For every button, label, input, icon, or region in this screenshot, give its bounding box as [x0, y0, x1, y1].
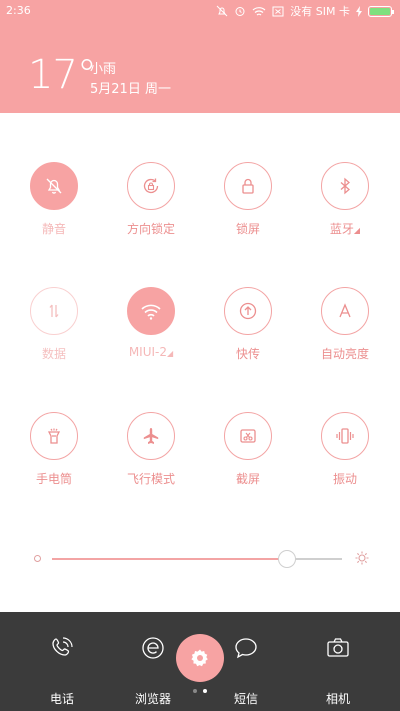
- brightness-fill: [52, 558, 287, 560]
- charging-icon: [356, 5, 362, 17]
- toggle-flashlight[interactable]: 手电筒: [6, 412, 102, 487]
- toggle-mobile-data[interactable]: 数据: [6, 287, 102, 362]
- page-indicator: [193, 689, 207, 693]
- bluetooth-icon: [340, 177, 350, 195]
- message-icon: [235, 638, 257, 659]
- phone-icon: [52, 637, 73, 656]
- toggle-quick-transfer[interactable]: 快传: [200, 287, 296, 362]
- page-dot-active: [203, 689, 207, 693]
- toggle-label: 静音: [41, 222, 66, 236]
- brightness-high-icon: [354, 550, 370, 570]
- toggle-label: 方向锁定: [126, 222, 175, 236]
- toggle-vibrate[interactable]: 振动: [297, 412, 393, 487]
- toggle-label: 蓝牙◢: [329, 222, 361, 236]
- toggle-label: 截屏: [235, 472, 260, 486]
- brightness-track[interactable]: [52, 550, 342, 568]
- brightness-low-icon: [34, 555, 41, 562]
- toggle-label: 手电筒: [35, 472, 72, 486]
- toggle-bluetooth[interactable]: 蓝牙◢: [297, 162, 393, 237]
- page-dot: [193, 689, 197, 693]
- date-text: 5月21日 周一: [90, 82, 171, 97]
- vibrate-icon: [336, 428, 354, 444]
- weather-condition: 小雨: [90, 62, 117, 77]
- quick-transfer-icon: [239, 302, 257, 320]
- dock-label: 短信: [233, 692, 258, 706]
- lock-icon: [242, 178, 254, 194]
- screenshot-icon: [240, 429, 256, 443]
- wifi-icon: [252, 6, 266, 17]
- expand-corner-icon: ◢: [353, 226, 361, 235]
- toggle-screenshot[interactable]: 截屏: [200, 412, 296, 487]
- temperature[interactable]: 17°: [28, 52, 97, 98]
- gear-icon: [191, 649, 208, 667]
- toggle-mute[interactable]: 静音: [6, 162, 102, 237]
- toggle-label: 飞行模式: [126, 472, 175, 486]
- toggle-wifi[interactable]: MIUI-2◢: [103, 287, 199, 359]
- dock-phone[interactable]: 电话: [22, 628, 102, 707]
- wifi-icon: [141, 304, 161, 320]
- toggle-auto-brightness[interactable]: 自动亮度: [297, 287, 393, 362]
- brightness-thumb[interactable]: [277, 550, 296, 568]
- toggle-label: MIUI-2◢: [128, 345, 174, 359]
- status-icons: 没有 SIM 卡: [216, 3, 394, 19]
- toggle-label: 锁屏: [235, 222, 260, 236]
- dock-label: 电话: [49, 692, 74, 706]
- status-bar: 2:36 没有 SIM 卡: [0, 0, 400, 22]
- toggle-label: 自动亮度: [320, 347, 369, 361]
- alarm-icon: [234, 5, 246, 17]
- expand-corner-icon: ◢: [167, 349, 174, 358]
- airplane-icon: [143, 428, 159, 444]
- sim-missing-icon: [272, 6, 284, 17]
- carrier-text: 没有 SIM 卡: [290, 5, 350, 18]
- mute-icon: [216, 5, 228, 17]
- toggle-label: 快传: [235, 347, 260, 361]
- toggle-label: 数据: [41, 347, 66, 361]
- toggle-airplane[interactable]: 飞行模式: [103, 412, 199, 487]
- battery-icon: [368, 5, 394, 17]
- dock-label: 相机: [325, 692, 350, 706]
- dock-label: 浏览器: [134, 692, 171, 706]
- weather-header: 2:36 没有 SIM 卡 17° 小雨 5月21日 周一: [0, 0, 400, 113]
- auto-brightness-icon: [339, 303, 351, 318]
- browser-icon: [142, 637, 164, 659]
- mute-icon: [46, 178, 62, 194]
- flashlight-icon: [47, 428, 61, 444]
- toggle-rotation-lock[interactable]: 方向锁定: [103, 162, 199, 237]
- camera-icon: [327, 638, 349, 657]
- brightness-slider[interactable]: [30, 548, 370, 570]
- settings-button[interactable]: [176, 634, 224, 682]
- toggle-label: 振动: [332, 472, 357, 486]
- mobile-data-icon: [49, 304, 59, 318]
- status-time: 2:36: [6, 4, 31, 17]
- toggle-lock-screen[interactable]: 锁屏: [200, 162, 296, 237]
- dock-camera[interactable]: 相机: [298, 628, 378, 707]
- rotation-lock-icon: [143, 178, 159, 194]
